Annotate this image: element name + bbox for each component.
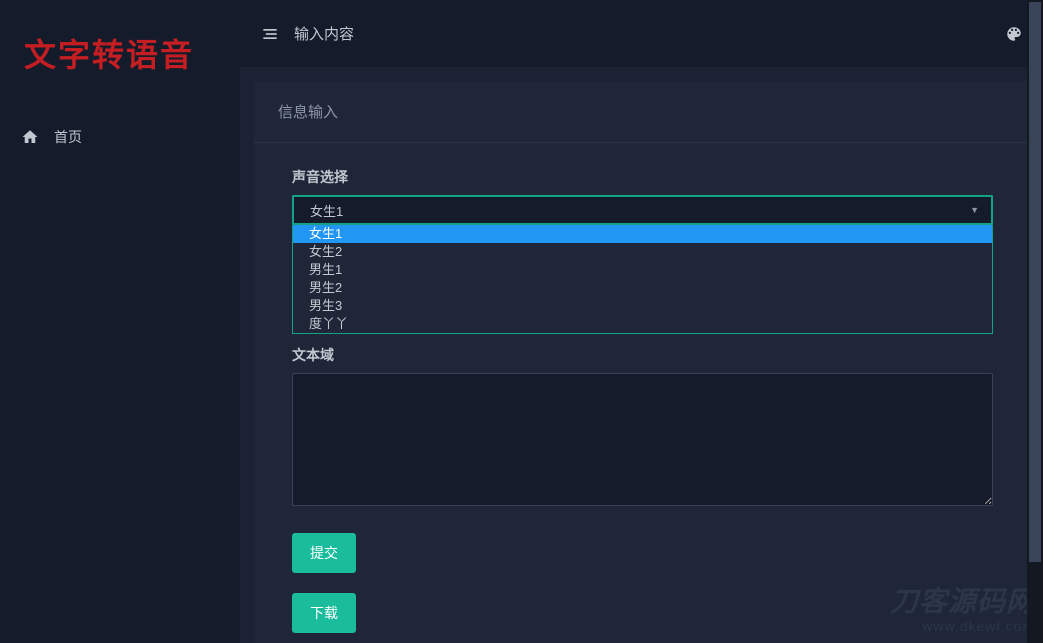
- logo-area: 文字转语音: [0, 0, 240, 105]
- textarea-group: 文本域: [292, 345, 993, 511]
- content-wrap: 信息输入 声音选择 女生1 ▼ 女生1 女生2 男生1 男生2: [240, 67, 1043, 643]
- voice-select-dropdown: 女生1 女生2 男生1 男生2 男生3 度丫丫: [292, 225, 993, 334]
- form-card: 信息输入 声音选择 女生1 ▼ 女生1 女生2 男生1 男生2: [254, 81, 1031, 643]
- submit-button[interactable]: 提交: [292, 533, 356, 573]
- topbar: 输入内容: [240, 0, 1043, 67]
- menu-toggle-icon[interactable]: [258, 22, 282, 46]
- voice-option[interactable]: 男生1: [293, 261, 992, 279]
- voice-option[interactable]: 度丫丫: [293, 315, 992, 333]
- voice-option[interactable]: 男生2: [293, 279, 992, 297]
- sidebar-item-home[interactable]: 首页: [0, 115, 240, 159]
- page-title: 输入内容: [294, 23, 354, 44]
- sidebar-nav: 首页: [0, 105, 240, 159]
- voice-select[interactable]: 女生1 ▼: [292, 195, 993, 225]
- voice-select-wrapper: 女生1 ▼ 女生1 女生2 男生1 男生2 男生3 度丫丫: [292, 195, 993, 225]
- theme-palette-icon[interactable]: [1003, 23, 1025, 45]
- main-area: 输入内容 信息输入 声音选择 女生1 ▼ 女生1: [240, 0, 1043, 643]
- voice-select-label: 声音选择: [292, 167, 993, 187]
- voice-option[interactable]: 女生1: [293, 225, 992, 243]
- card-body: 声音选择 女生1 ▼ 女生1 女生2 男生1 男生2 男生3 度丫丫: [254, 143, 1031, 643]
- card-header: 信息输入: [254, 81, 1031, 143]
- sidebar-item-label: 首页: [54, 127, 82, 147]
- chevron-down-icon: ▼: [970, 205, 979, 215]
- button-row: 提交 下载: [292, 533, 993, 633]
- text-input[interactable]: [292, 373, 993, 506]
- app-logo: 文字转语音: [24, 30, 194, 76]
- voice-select-value: 女生1: [310, 201, 343, 220]
- voice-option[interactable]: 女生2: [293, 243, 992, 261]
- textarea-label: 文本域: [292, 345, 993, 365]
- scrollbar-thumb[interactable]: [1029, 2, 1041, 562]
- sidebar: 文字转语音 首页: [0, 0, 240, 643]
- scrollbar-track[interactable]: [1027, 0, 1043, 643]
- home-icon: [20, 127, 40, 147]
- voice-option[interactable]: 男生3: [293, 297, 992, 315]
- download-button[interactable]: 下载: [292, 593, 356, 633]
